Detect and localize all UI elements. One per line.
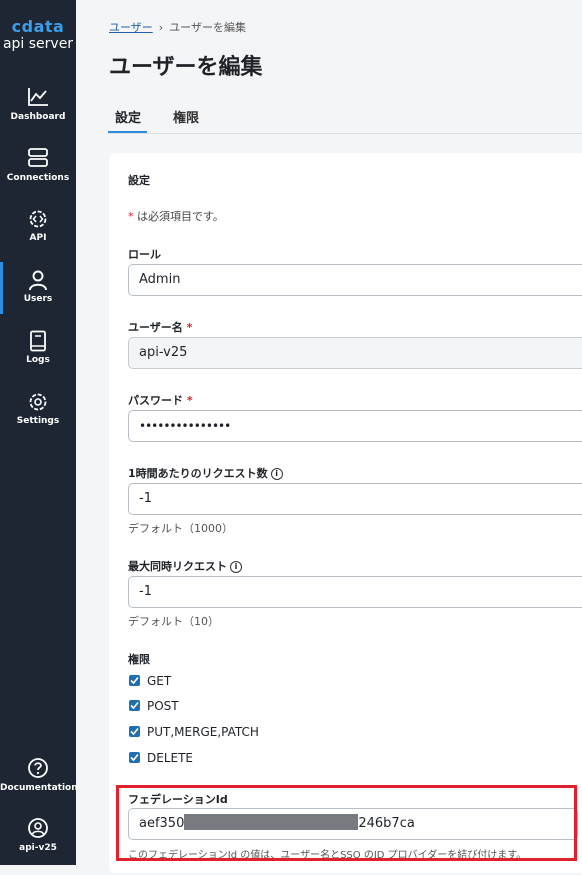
permission-put-merge-patch[interactable]: PUT,MERGE,PATCH <box>129 725 259 739</box>
account-circle-icon <box>28 818 48 838</box>
check-icon <box>130 701 139 710</box>
check-icon <box>130 753 139 762</box>
highlight-annotation-box <box>116 785 577 861</box>
sidebar-item-logs[interactable]: Logs <box>0 330 76 388</box>
sidebar-item-documentation[interactable]: Documentation <box>0 757 78 815</box>
book-icon <box>30 330 46 352</box>
username-field[interactable]: api-v25 <box>128 337 582 369</box>
sidebar-item-users[interactable]: Users <box>0 269 76 327</box>
chevron-right-icon: › <box>158 21 164 34</box>
sidebar-item-label: api-v25 <box>19 843 57 853</box>
gear-icon <box>29 393 47 411</box>
tab-settings[interactable]: 設定 <box>115 107 141 134</box>
max-concurrent-helper: デフォルト（10） <box>128 615 219 628</box>
sidebar-item-settings[interactable]: Settings <box>0 391 76 449</box>
breadcrumb-current: ユーザーを編集 <box>169 21 246 34</box>
info-icon[interactable]: i <box>230 561 242 573</box>
sidebar-item-account[interactable]: api-v25 <box>0 817 76 875</box>
password-label: パスワード * <box>128 392 193 408</box>
required-mark: * <box>186 394 193 407</box>
required-note-text: は必須項目です。 <box>133 210 224 223</box>
permission-label: POST <box>147 699 179 713</box>
sidebar-item-connections[interactable]: Connections <box>0 148 76 206</box>
username-label: ユーザー名 * <box>128 319 192 335</box>
sidebar-item-dashboard[interactable]: Dashboard <box>0 87 76 145</box>
password-label-text: パスワード <box>128 394 183 407</box>
info-icon[interactable]: i <box>270 468 283 480</box>
sidebar-item-label: API <box>29 233 47 243</box>
breadcrumb: ユーザー › ユーザーを編集 <box>109 19 246 35</box>
tab-permissions[interactable]: 権限 <box>173 107 199 134</box>
check-icon <box>130 727 139 736</box>
checkbox-checked[interactable] <box>129 752 140 763</box>
checkbox-checked[interactable] <box>129 700 140 711</box>
requests-per-hour-label-text: 1時間あたりのリクエスト数 <box>128 467 268 480</box>
max-concurrent-label: 最大同時リクエスト i <box>128 558 242 574</box>
role-field[interactable]: Admin <box>128 264 582 296</box>
tab-divider <box>108 133 582 134</box>
required-note: * は必須項目です。 <box>128 208 224 224</box>
logo-subtitle: api server <box>2 36 74 52</box>
sidebar-item-label: Documentation <box>0 783 78 793</box>
chart-line-icon <box>28 88 48 106</box>
role-label: ロール <box>128 248 161 261</box>
permission-delete[interactable]: DELETE <box>129 751 193 765</box>
permissions-label: 権限 <box>128 653 150 666</box>
max-concurrent-field[interactable]: -1 <box>128 576 582 608</box>
max-concurrent-label-text: 最大同時リクエスト <box>128 560 227 573</box>
sidebar-item-label: Logs <box>26 355 50 365</box>
section-title: 設定 <box>128 174 150 187</box>
requests-per-hour-field[interactable]: -1 <box>128 483 582 515</box>
tab-active-underline <box>108 131 147 133</box>
requests-per-hour-helper: デフォルト（1000） <box>128 522 233 535</box>
gear-code-icon <box>29 210 47 228</box>
user-icon <box>29 270 47 291</box>
permission-label: DELETE <box>147 751 194 765</box>
checkbox-checked[interactable] <box>129 675 140 686</box>
permission-get[interactable]: GET <box>129 674 171 688</box>
sidebar: cdata api server Dashboard Connections A… <box>0 0 78 865</box>
requests-per-hour-label: 1時間あたりのリクエスト数 i <box>128 465 283 481</box>
page-title: ユーザーを編集 <box>109 55 263 80</box>
username-label-text: ユーザー名 <box>128 321 183 334</box>
check-icon <box>130 676 139 685</box>
permission-post[interactable]: POST <box>129 699 179 713</box>
help-circle-icon <box>28 758 48 778</box>
sidebar-item-label: Settings <box>16 416 60 426</box>
checkbox-checked[interactable] <box>129 726 140 737</box>
sidebar-item-label: Dashboard <box>10 112 66 122</box>
password-field[interactable]: ••••••••••••••• <box>128 410 582 442</box>
required-mark: * <box>186 321 193 334</box>
breadcrumb-parent-link[interactable]: ユーザー <box>109 21 153 34</box>
logo-brand: cdata <box>11 17 65 36</box>
sidebar-item-api[interactable]: API <box>0 208 76 266</box>
sidebar-item-label: Users <box>23 294 53 304</box>
server-icon <box>28 148 48 167</box>
logo[interactable]: cdata api server <box>0 17 76 53</box>
permission-label: GET <box>147 674 172 688</box>
permission-label: PUT,MERGE,PATCH <box>147 725 259 739</box>
sidebar-item-label: Connections <box>6 173 70 183</box>
